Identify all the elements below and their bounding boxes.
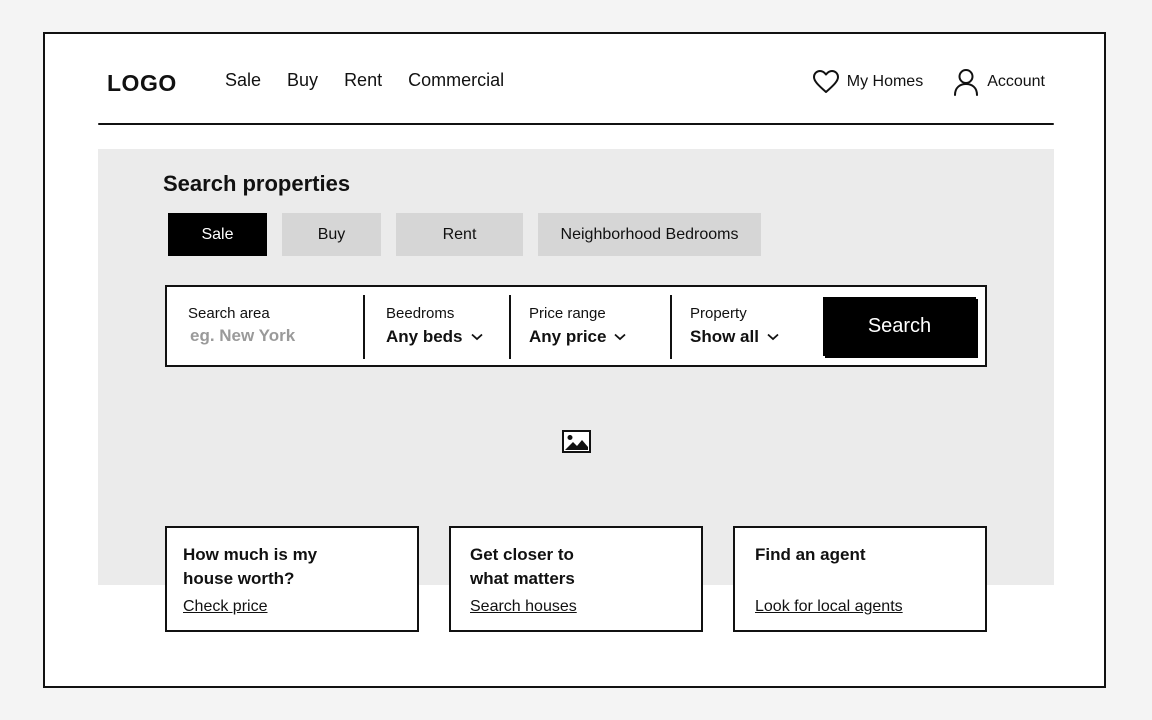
property-dropdown[interactable]: Property Show all bbox=[690, 305, 779, 347]
nav-item-buy[interactable]: Buy bbox=[287, 70, 318, 91]
nav-item-commercial[interactable]: Commercial bbox=[408, 70, 504, 91]
chevron-down-icon bbox=[767, 333, 779, 341]
main-nav: Sale Buy Rent Commercial bbox=[225, 70, 504, 91]
nav-item-sale[interactable]: Sale bbox=[225, 70, 261, 91]
local-agents-link[interactable]: Look for local agents bbox=[755, 598, 903, 616]
tab-rent[interactable]: Rent bbox=[396, 213, 523, 256]
header-divider bbox=[98, 123, 1054, 125]
search-button[interactable]: Search bbox=[823, 297, 976, 356]
chevron-down-icon bbox=[614, 333, 627, 341]
user-icon bbox=[954, 69, 979, 96]
my-homes-link[interactable]: My Homes bbox=[812, 70, 924, 94]
price-dropdown[interactable]: Price range Any price bbox=[529, 305, 627, 347]
logo[interactable]: LOGO bbox=[107, 70, 177, 97]
card-closer: Get closer to what matters Search houses bbox=[449, 526, 703, 632]
nav-item-rent[interactable]: Rent bbox=[344, 70, 382, 91]
card-find-agent: Find an agent Look for local agents bbox=[733, 526, 987, 632]
search-tabs: Sale Buy Rent Neighborhood Bedrooms bbox=[168, 213, 761, 256]
tab-sale[interactable]: Sale bbox=[168, 213, 267, 256]
price-label: Price range bbox=[529, 305, 606, 322]
page-title: Search properties bbox=[163, 171, 351, 196]
image-icon bbox=[562, 430, 591, 458]
card-house-worth: How much is my house worth? Check price bbox=[165, 526, 419, 632]
card-title: How much is my house worth? bbox=[183, 545, 318, 588]
search-houses-link[interactable]: Search houses bbox=[470, 598, 577, 616]
price-value: Any price bbox=[529, 327, 607, 346]
beds-value: Any beds bbox=[386, 327, 463, 346]
beds-label: Beedroms bbox=[386, 305, 455, 322]
search-area-label: Search area bbox=[188, 305, 270, 322]
user-nav: My Homes Account bbox=[812, 68, 1045, 96]
chevron-down-icon bbox=[470, 333, 483, 341]
account-link[interactable]: Account bbox=[953, 68, 1045, 96]
tab-neighborhood-bedrooms[interactable]: Neighborhood Bedrooms bbox=[538, 213, 761, 256]
property-value: Show all bbox=[690, 327, 759, 346]
search-area-field[interactable]: Search area bbox=[188, 305, 340, 346]
field-separator bbox=[670, 295, 672, 359]
beds-dropdown[interactable]: Beedroms Any beds bbox=[386, 305, 483, 347]
card-title: Get closer to what matters bbox=[470, 545, 575, 588]
field-separator bbox=[509, 295, 511, 359]
account-label: Account bbox=[987, 73, 1045, 90]
check-price-link[interactable]: Check price bbox=[183, 598, 267, 616]
property-label: Property bbox=[690, 305, 747, 322]
my-homes-label: My Homes bbox=[846, 73, 924, 90]
heart-icon bbox=[812, 70, 839, 93]
card-title: Find an agent bbox=[755, 545, 866, 564]
tab-buy[interactable]: Buy bbox=[282, 213, 381, 256]
search-area-input[interactable] bbox=[188, 326, 340, 346]
field-separator bbox=[363, 295, 365, 359]
